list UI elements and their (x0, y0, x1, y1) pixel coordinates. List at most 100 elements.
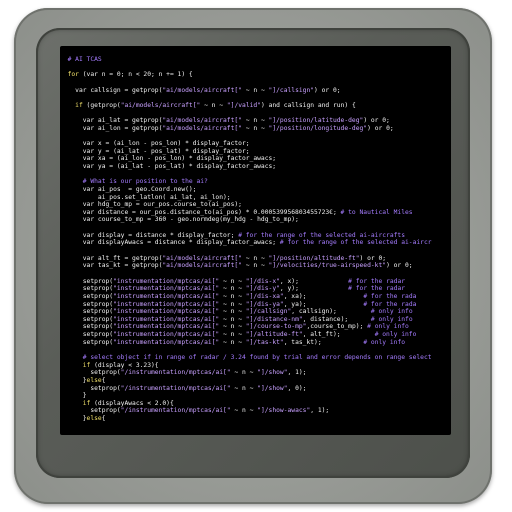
code-comment: # only info (370, 315, 413, 323)
code-text: ) or 0; (359, 254, 387, 262)
code-string: "/instrumentation/mptcas/ai[" (120, 384, 231, 392)
code-string: "]/course-to-mp" (245, 323, 307, 331)
code-line: ​ (60, 64, 432, 72)
code-comment: # only info (370, 308, 413, 316)
code-line: setprop("/instrumentation/mptcas/ai[" ~ … (60, 369, 432, 377)
code-text: ) or 0; (363, 117, 390, 125)
code-text: (var n = 0; n < 20; n += 1) { (78, 71, 193, 79)
code-line: var tas_kt = getprop("ai/models/aircraft… (60, 262, 432, 270)
code-line: var ai_lat = getprop("ai/models/aircraft… (60, 117, 432, 125)
code-text: var displayAwacs = distance * display_fa… (60, 239, 280, 247)
code-string: "]/show" (257, 369, 288, 377)
code-text: setprop( (60, 384, 121, 392)
code-string: "]/dis-xa" (245, 292, 284, 300)
code-text: setprop( (60, 369, 121, 377)
code-text: var callsign = getprop( (60, 86, 163, 94)
code-text: setprop( (60, 407, 121, 415)
code-line: var ya = (ai_lat - pos_lat) * display_fa… (60, 163, 432, 171)
code-comment: # What is our position to the ai? (60, 178, 208, 186)
code-line: }else{ (60, 377, 432, 385)
code-text: , alt_ft); (302, 331, 375, 339)
code-text: var y = (ai_lat - pos_lat) * display_fac… (60, 147, 250, 155)
code-line: ​ (60, 270, 432, 278)
code-text: ~ n ~ (230, 407, 258, 415)
code-line: setprop("instrumentation/mptcas/ai[" ~ n… (60, 301, 432, 309)
code-text: var ya = (ai_lat - pos_lat) * display_fa… (60, 162, 277, 170)
code-line: # select object if in range of radar / 3… (60, 354, 432, 362)
code-text: ~ n ~ (219, 323, 246, 331)
code-text: setprop( (60, 323, 114, 331)
code-line: ​ (60, 79, 432, 87)
code-line: ai_pos.set_latlon( ai_lat, ai_lon); (60, 194, 432, 202)
code-text: var x = (ai_lon - pos_lon) * display_fac… (60, 140, 250, 148)
code-string: "]/tas-kt" (245, 338, 284, 346)
code-text: ,course_to_mp); (306, 323, 368, 331)
code-line: if (getprop("ai/models/aircraft[" ~ n ~ … (60, 102, 432, 110)
code-line: var displayAwacs = distance * display_fa… (60, 239, 432, 247)
code-text: var display = distance * display_factor; (60, 231, 239, 239)
code-line: ​ (60, 132, 432, 140)
code-line: var ai_pos = geo.Coord.new(); (60, 186, 432, 194)
code-text: ~ n ~ (241, 254, 269, 262)
code-line: var course_to_mp = 360 - geo.normdeg(my_… (60, 216, 432, 224)
code-text: , x); (279, 277, 349, 285)
code-string: "]/dis-ya" (245, 300, 284, 308)
code-line: var y = (ai_lat - pos_lat) * display_fac… (60, 148, 432, 156)
code-line: setprop("/instrumentation/mptcas/ai[" ~ … (60, 385, 432, 393)
code-line: var distance = our_pos.distance_to(ai_po… (60, 209, 432, 217)
code-string: "]/valid" (226, 101, 261, 109)
code-comment: # only info (374, 331, 417, 339)
code-text: var xa = (ai_lon - pos_lon) * display_fa… (60, 155, 277, 163)
code-comment: # select object if in range of radar / 3… (60, 353, 432, 361)
code-string: "instrumentation/mptcas/ai[" (113, 300, 220, 308)
code-string: "]/callsign" (245, 308, 292, 316)
code-string: "]/position/longitude-deg" (268, 124, 368, 132)
code-string: "ai/models/aircraft[" (162, 124, 242, 132)
code-line: setprop("instrumentation/mptcas/ai[" ~ n… (60, 331, 432, 339)
code-line: setprop("instrumentation/mptcas/ai[" ~ n… (60, 323, 432, 331)
code-comment: # AI TCAS (60, 56, 102, 63)
code-line: ​ (60, 247, 432, 255)
code-string: "instrumentation/mptcas/ai[" (113, 277, 220, 285)
code-text: ~ n ~ (241, 117, 269, 125)
code-string: "/instrumentation/mptcas/ai[" (120, 369, 231, 377)
code-text: setprop( (60, 315, 114, 323)
code-string: "instrumentation/mptcas/ai[" (113, 331, 220, 339)
code-keyword: else (86, 376, 102, 384)
code-string: "instrumentation/mptcas/ai[" (113, 292, 220, 300)
code-text: ) or 0; (314, 86, 341, 94)
code-line: setprop("instrumentation/mptcas/ai[" ~ n… (60, 293, 432, 301)
code-string: "]/dis-y" (245, 285, 280, 293)
code-line: ​ (60, 109, 432, 117)
code-line: setprop("instrumentation/mptcas/ai[" ~ n… (60, 308, 432, 316)
code-text: setprop( (60, 292, 114, 300)
code-line: ​ (60, 224, 432, 232)
code-line: var ai_lon = getprop("ai/models/aircraft… (60, 125, 432, 133)
code-text: var alt_ft = getprop( (60, 254, 163, 262)
code-comment: # for the rada (363, 300, 417, 308)
code-line: var alt_ft = getprop("ai/models/aircraft… (60, 255, 432, 263)
code-comment: # for the range of the selected ai-aircr (279, 239, 432, 247)
code-string: "/instrumentation/mptcas/ai[" (120, 407, 231, 415)
code-line: var hdg_to_mp = our_pos.course_to(ai_pos… (60, 201, 432, 209)
code-text: setprop( (60, 277, 114, 285)
code-line: var display = distance * display_factor;… (60, 232, 432, 240)
code-text: , y); (279, 285, 349, 293)
code-keyword: if (75, 101, 83, 109)
code-string: "ai/models/aircraft[" (162, 117, 242, 125)
code-text: ~ n ~ (219, 315, 246, 323)
code-line: var x = (ai_lon - pos_lon) * display_fac… (60, 140, 432, 148)
code-text: ) or 0; (367, 124, 394, 132)
code-text: } (60, 415, 87, 423)
code-editor-screen[interactable]: # AI TCAS​ for (var n = 0; n < 20; n += … (60, 46, 451, 435)
code-line: setprop("/instrumentation/mptcas/ai[" ~ … (60, 407, 432, 415)
code-string: "instrumentation/mptcas/ai[" (113, 308, 220, 316)
code-text: var hdg_to_mp = our_pos.course_to(ai_pos… (60, 201, 242, 209)
code-text: ~ n ~ (219, 277, 246, 285)
code-string: "]/dis-x" (245, 277, 280, 285)
code-text: (display < 3.23){ (90, 361, 159, 369)
code-line: setprop("instrumentation/mptcas/ai[" ~ n… (60, 285, 432, 293)
code-text: setprop( (60, 300, 114, 308)
